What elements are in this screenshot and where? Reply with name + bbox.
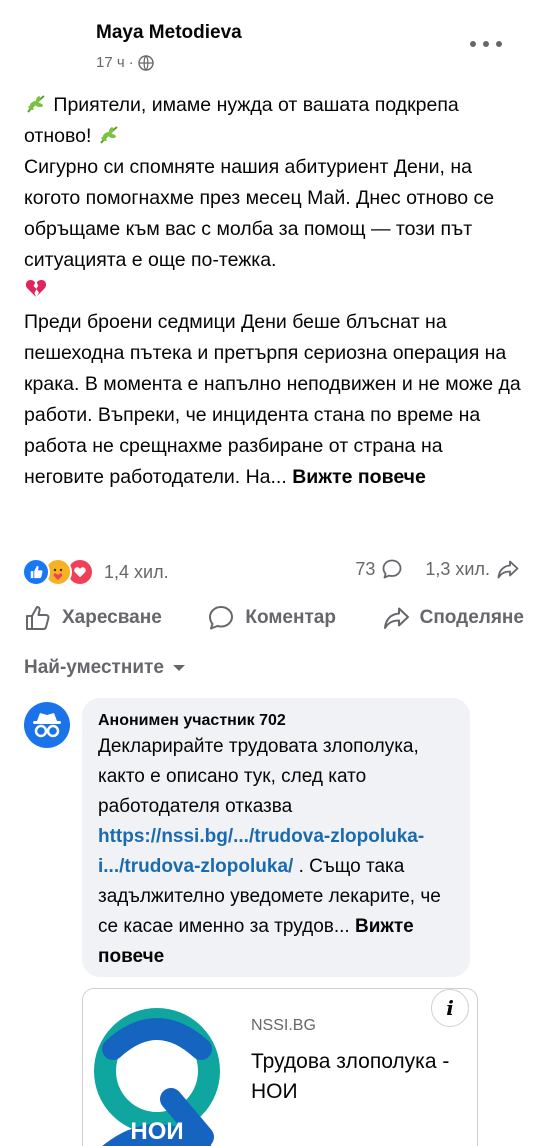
- noi-logo: НОИ: [83, 989, 231, 1146]
- link-domain: NSSI.BG: [251, 1017, 316, 1034]
- post-line1: Приятели, имаме нужда от вашата подкрепа…: [24, 94, 459, 147]
- post-actions: Харесване Коментар Споделяне: [24, 604, 524, 632]
- noi-logo-text: НОИ: [130, 1118, 183, 1145]
- link-title[interactable]: Трудова злополука - НОИ: [251, 1047, 477, 1107]
- post-meta: 17 ч ·: [96, 54, 154, 71]
- thumbs-up-icon: [26, 606, 50, 630]
- share-button[interactable]: Споделяне: [382, 604, 524, 632]
- herb-emoji-icon: [99, 126, 118, 144]
- comment-label: Коментар: [245, 607, 336, 628]
- comment-bubble: Анонимен участник 702 Декларирайте трудо…: [82, 698, 470, 977]
- comment-text-part1: Декларирайте трудовата злополука, както …: [98, 736, 419, 817]
- herb-emoji-icon: [27, 95, 45, 113]
- post-body: Приятели, имаме нужда от вашата подкрепа…: [24, 90, 524, 493]
- see-more-link[interactable]: Вижте повече: [292, 466, 426, 488]
- broken-heart-icon: [25, 280, 47, 297]
- comment-icon: [209, 606, 234, 630]
- share-count[interactable]: 1,3 хил.: [425, 559, 490, 580]
- link-preview-card[interactable]: НОИ NSSI.BG Трудова злополука - НОИ i: [82, 988, 478, 1146]
- comment-button[interactable]: Коментар: [207, 604, 336, 632]
- info-icon[interactable]: i: [431, 989, 469, 1027]
- like-reaction-icon: [22, 558, 50, 586]
- post-time[interactable]: 17 ч: [96, 54, 125, 71]
- incognito-icon: [33, 713, 61, 738]
- post-paragraph-3: Преди броени седмици Дени беше блъснат н…: [24, 311, 521, 488]
- chevron-down-icon: [172, 665, 185, 671]
- comment-count[interactable]: 73: [355, 559, 375, 580]
- comment-text: Декларирайте трудовата злополука, както …: [98, 732, 454, 972]
- post-paragraph-2: Сигурно си спомняте нашия абитуриент Ден…: [24, 156, 495, 271]
- reactions-summary[interactable]: 1,4 хил.: [22, 558, 169, 586]
- anonymous-avatar[interactable]: [24, 702, 70, 748]
- post-author[interactable]: Maya Metodieva: [96, 22, 242, 44]
- reaction-count: 1,4 хил.: [104, 561, 169, 582]
- sort-label: Най-уместните: [24, 657, 164, 678]
- share-label: Споделяне: [419, 607, 524, 628]
- share-icon: [497, 560, 519, 579]
- share-icon: [383, 607, 409, 629]
- comment-author[interactable]: Анонимен участник 702: [98, 712, 454, 730]
- more-options-icon[interactable]: [470, 34, 502, 54]
- like-label: Харесване: [62, 607, 162, 628]
- comment-sort-dropdown[interactable]: Най-уместните: [24, 657, 186, 679]
- like-button[interactable]: Харесване: [24, 604, 162, 632]
- comment-icon: [383, 559, 402, 579]
- globe-icon: [137, 54, 154, 71]
- engagement-stats: 73 1,3 хил.: [355, 558, 520, 580]
